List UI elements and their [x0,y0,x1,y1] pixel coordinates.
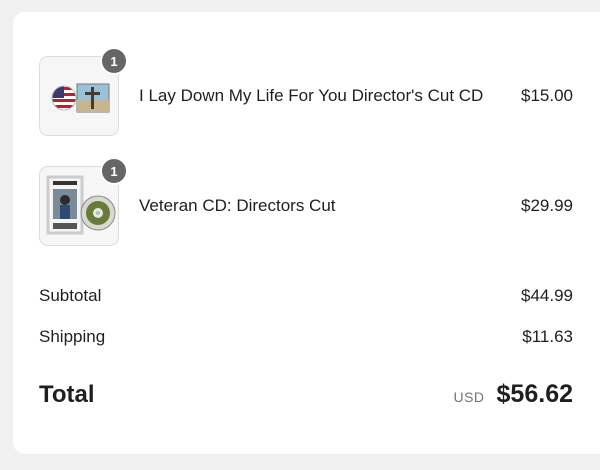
line-item: 1 I Lay Down My Life For You Director's … [39,47,573,137]
item-price: $15.00 [521,86,573,105]
shipping-label: Shipping [39,327,106,346]
order-summary-card: 1 I Lay Down My Life For You Director's … [13,12,600,454]
line-item: 1 Veteran CD: Directors Cut $29.99 [39,157,573,247]
quantity-badge: 1 [100,157,128,185]
currency-code: USD [453,389,485,405]
item-name: I Lay Down My Life For You Director's Cu… [139,86,484,105]
total-row: Total USD $56.62 [39,380,573,409]
item-price: $29.99 [521,196,573,215]
subtotal-row: Subtotal $44.99 [39,286,573,306]
total-value: $56.62 [496,380,573,408]
subtotal-value: $44.99 [521,286,573,305]
shipping-row: Shipping $11.63 [39,327,573,347]
subtotal-label: Subtotal [39,286,102,305]
quantity-badge: 1 [100,47,128,75]
item-name: Veteran CD: Directors Cut [139,196,336,215]
shipping-value: $11.63 [522,327,573,346]
total-label: Total [39,381,95,408]
total-amount-group: USD $56.62 [453,380,573,409]
product-thumbnail: 1 [39,47,128,136]
product-thumbnail: 1 [39,157,128,246]
